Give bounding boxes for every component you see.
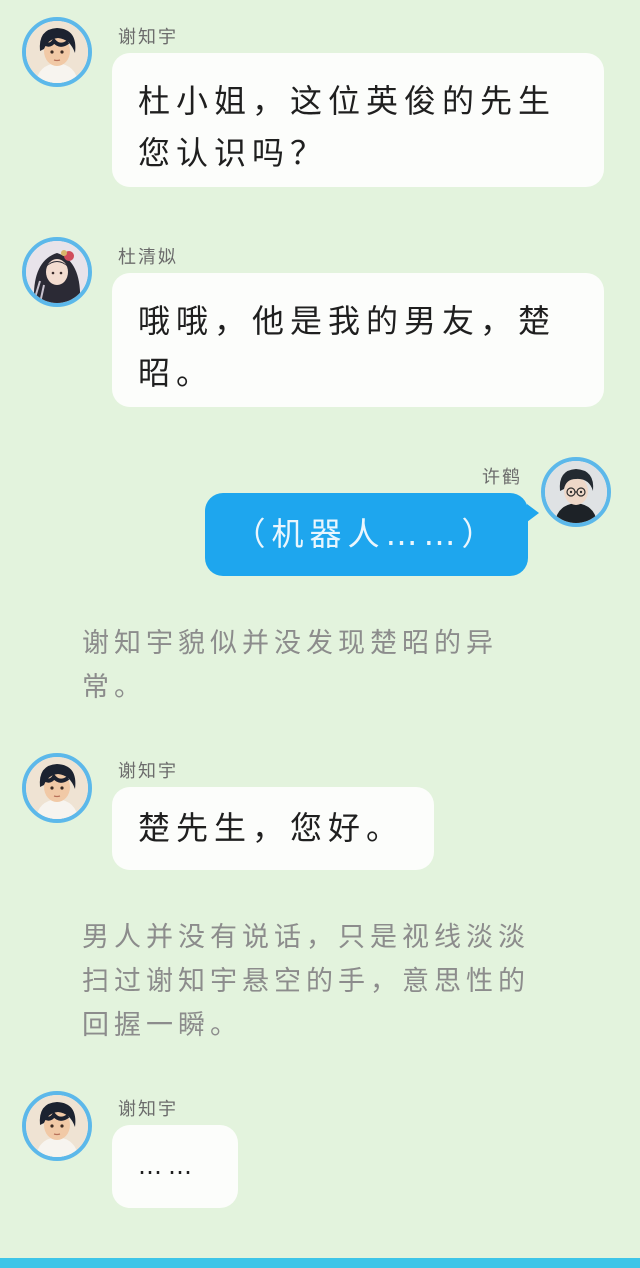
narration-text: 男人并没有说话，只是视线淡淡扫过谢知宇悬空的手，意思性的回握一瞬。 — [82, 922, 530, 1041]
bottom-bar — [0, 1258, 640, 1268]
speaker-name: 谢知宇 — [118, 761, 178, 782]
speaker-name: 谢知宇 — [118, 1099, 178, 1120]
long-haired-woman-avatar-icon — [26, 241, 88, 303]
speaker-name: 杜清姒 — [118, 247, 178, 268]
avatar-xu-he[interactable] — [541, 457, 611, 527]
man-with-glasses-avatar-icon — [545, 461, 607, 523]
speaker-name: 许鹤 — [482, 467, 522, 488]
message-bubble[interactable]: 哦哦，他是我的男友，楚昭。 — [112, 273, 604, 407]
avatar-xie-zhiyu[interactable] — [22, 17, 92, 87]
dark-haired-man-avatar-icon — [26, 21, 88, 83]
dark-haired-man-avatar-icon — [26, 757, 88, 819]
speaker-name: 谢知宇 — [118, 27, 178, 48]
message-bubble[interactable]: …… — [112, 1125, 238, 1208]
avatar-xie-zhiyu[interactable] — [22, 1091, 92, 1161]
narration-text: 谢知宇貌似并没发现楚昭的异常。 — [82, 628, 498, 703]
bubble-tail — [527, 504, 539, 522]
message-bubble[interactable]: 楚先生，您好。 — [112, 787, 434, 870]
avatar-du-qingsi[interactable] — [22, 237, 92, 307]
avatar-xie-zhiyu[interactable] — [22, 753, 92, 823]
message-bubble[interactable]: 杜小姐，这位英俊的先生您认识吗？ — [112, 53, 604, 187]
dark-haired-man-avatar-icon — [26, 1095, 88, 1157]
message-bubble-self[interactable]: （机器人……） — [205, 493, 528, 576]
